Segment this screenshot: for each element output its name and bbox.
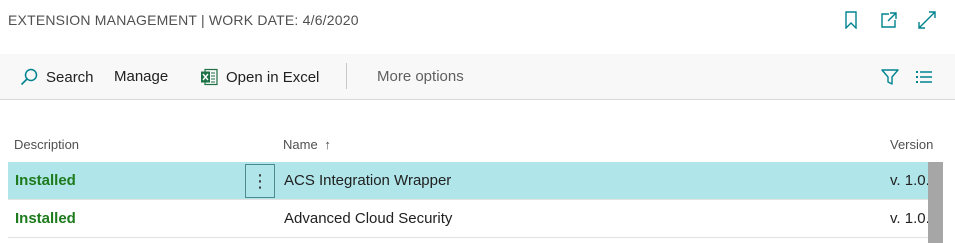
table-row[interactable]: Installed Advanced Cloud Security v. 1.0… <box>8 200 930 238</box>
bookmark-icon[interactable] <box>841 10 861 30</box>
row-name[interactable]: Advanced Cloud Security <box>284 210 452 227</box>
excel-label: Open in Excel <box>226 68 320 86</box>
row-version: v. 1.0. <box>890 172 930 189</box>
column-header-version[interactable]: Version <box>890 137 933 152</box>
column-header-name-label: Name <box>283 137 318 152</box>
view-controls <box>879 66 935 88</box>
manage-label: Manage <box>114 68 169 85</box>
list-view-icon[interactable] <box>913 66 935 88</box>
action-bar: Search Manage Open in Excel More options <box>0 54 955 100</box>
sort-ascending-icon: ↑ <box>324 137 331 152</box>
search-button[interactable]: Search <box>20 68 94 86</box>
row-version: v. 1.0. <box>890 210 930 227</box>
row-description[interactable]: Installed <box>15 210 76 227</box>
more-options-label: More options <box>377 68 464 85</box>
more-options-button[interactable]: More options <box>377 68 464 85</box>
search-icon <box>20 68 38 86</box>
filter-icon[interactable] <box>879 66 901 88</box>
column-header-description[interactable]: Description <box>14 137 79 152</box>
excel-icon <box>200 68 218 86</box>
manage-button[interactable]: Manage <box>114 68 168 85</box>
table-row[interactable]: Installed ⋮ ACS Integration Wrapper v. 1… <box>8 162 930 200</box>
open-in-excel-button[interactable]: Open in Excel <box>200 68 319 86</box>
expand-icon[interactable] <box>917 10 937 30</box>
title-bar: EXTENSION MANAGEMENT | WORK DATE: 4/6/20… <box>0 0 955 44</box>
page-title: EXTENSION MANAGEMENT | WORK DATE: 4/6/20… <box>8 12 359 28</box>
action-separator <box>346 63 347 89</box>
search-label: Search <box>46 68 94 86</box>
row-name[interactable]: ACS Integration Wrapper <box>284 172 451 189</box>
vertical-scrollbar[interactable] <box>928 162 943 243</box>
title-icons <box>841 10 937 30</box>
row-description[interactable]: Installed <box>15 172 76 189</box>
column-header-name[interactable]: Name ↑ <box>283 137 331 152</box>
open-new-window-icon[interactable] <box>879 10 899 30</box>
row-actions-menu-button[interactable]: ⋮ <box>245 164 275 198</box>
